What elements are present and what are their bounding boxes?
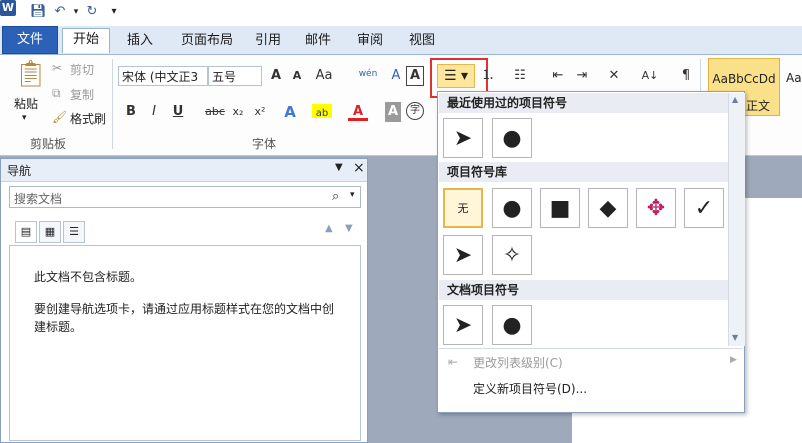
strikethrough-icon[interactable]: abc: [203, 102, 227, 122]
next-icon[interactable]: ▼: [345, 223, 353, 234]
define-new-bullet-item[interactable]: 定义新项目符号(D)...: [439, 377, 743, 401]
undo-icon[interactable]: ↶: [52, 4, 68, 20]
quick-access-toolbar: W 💾︎ ↶ ▾ ↻ ▾: [0, 0, 802, 26]
bullet-none-option[interactable]: 无: [443, 188, 483, 228]
bullet-dot-option[interactable]: ●: [492, 305, 532, 345]
scroll-down-icon[interactable]: ▼: [732, 333, 738, 342]
tab-file[interactable]: 文件: [2, 26, 58, 54]
tab-references[interactable]: 引用: [248, 30, 288, 52]
tab-headings[interactable]: ▤: [15, 221, 37, 243]
pinyin-guide-icon[interactable]: wén: [358, 64, 378, 84]
prev-icon[interactable]: ▲: [325, 223, 333, 234]
nav-hint-text: 要创建导航选项卡，请通过应用标题样式在您的文档中创建标题。: [34, 302, 335, 334]
search-icon[interactable]: ⌕: [332, 189, 339, 204]
tab-insert[interactable]: 插入: [120, 30, 160, 52]
bullet-diamond-option[interactable]: ◆: [588, 188, 628, 228]
text-effects-icon[interactable]: A: [280, 102, 300, 122]
search-input[interactable]: 搜索文档 ⌕ ▾: [9, 186, 361, 208]
asian-layout-icon[interactable]: ✕: [604, 66, 624, 86]
show-marks-icon[interactable]: ¶: [676, 66, 696, 86]
style-next[interactable]: Aa: [786, 71, 802, 85]
tab-pages[interactable]: ▦: [39, 221, 61, 243]
bullet-arrow-option[interactable]: ➤: [443, 235, 483, 275]
enclose-char-icon[interactable]: 字: [406, 102, 424, 120]
font-group-label: 字体: [252, 137, 277, 151]
paste-icon[interactable]: 📋︎: [14, 59, 47, 89]
tab-results[interactable]: ☰: [63, 221, 85, 243]
navigation-pane: 导航 ▼ × 搜索文档 ⌕ ▾ ▤ ▦ ☰ ▲ ▼ 此文档不包含标题。 要创建导…: [0, 158, 368, 443]
increase-indent-icon[interactable]: ⇥: [572, 66, 592, 86]
bullet-star-option[interactable]: ✥: [636, 188, 676, 228]
subscript-icon[interactable]: x₂: [228, 102, 248, 122]
font-color-icon[interactable]: A: [348, 102, 368, 121]
tab-mailings[interactable]: 邮件: [298, 30, 338, 52]
superscript-icon[interactable]: x²: [250, 102, 270, 122]
clear-format-icon[interactable]: A: [386, 66, 406, 86]
cut-icon[interactable]: ✂: [52, 61, 62, 75]
tab-page-layout[interactable]: 页面布局: [172, 30, 242, 52]
grow-font-icon[interactable]: A: [266, 66, 286, 86]
nav-content: 此文档不包含标题。 要创建导航选项卡，请通过应用标题样式在您的文档中创建标题。: [9, 245, 361, 441]
search-placeholder: 搜索文档: [14, 192, 63, 206]
word-icon[interactable]: W: [0, 0, 16, 16]
redo-icon[interactable]: ↻: [84, 4, 100, 20]
format-painter-icon[interactable]: 🖌︎: [52, 110, 67, 124]
scroll-up-icon[interactable]: ▲: [732, 95, 738, 104]
bullets-dropdown: 最近使用过的项目符号 ➤ ● 项目符号库 无 ● ■ ◆ ✥ ✓ ➤ ✧ 文档项…: [437, 91, 745, 413]
shrink-font-icon[interactable]: A: [287, 66, 307, 86]
ribbon-tabs: 文件 开始 插入 页面布局 引用 邮件 审阅 视图: [0, 26, 802, 55]
bullet-sparkle-option[interactable]: ✧: [492, 235, 532, 275]
font-name-combo[interactable]: 宋体 (中文正3: [118, 66, 208, 86]
document-bullets-header: 文档项目符号: [439, 280, 728, 300]
bullet-library-header: 项目符号库: [439, 162, 728, 182]
bullet-arrow-option[interactable]: ➤: [443, 305, 483, 345]
clipboard-group-label: 剪贴板: [30, 137, 67, 151]
change-list-level-item[interactable]: 更改列表级别(C): [439, 351, 743, 375]
bullet-arrow-option[interactable]: ➤: [443, 118, 483, 158]
copy-button[interactable]: 复制: [70, 86, 94, 103]
paste-dropdown-icon[interactable]: ▾: [22, 113, 27, 123]
bullet-square-option[interactable]: ■: [540, 188, 580, 228]
menu-scrollbar[interactable]: ▲ ▼: [728, 93, 745, 346]
style-normal-label: 正文: [746, 99, 771, 113]
group-divider: [112, 59, 113, 149]
bullet-check-option[interactable]: ✓: [684, 188, 724, 228]
numbering-icon[interactable]: ⒈: [478, 66, 498, 86]
recent-bullets-header: 最近使用过的项目符号: [439, 93, 728, 113]
tab-view[interactable]: 视图: [402, 30, 442, 52]
italic-icon[interactable]: I: [144, 102, 164, 122]
submenu-arrow-icon: ▶: [730, 355, 737, 365]
cut-button[interactable]: 剪切: [70, 61, 94, 78]
tab-home[interactable]: 开始: [62, 28, 110, 53]
copy-icon[interactable]: ⧉: [52, 86, 61, 101]
highlight-color-icon[interactable]: ab: [312, 104, 332, 119]
nav-title: 导航: [7, 164, 32, 178]
change-case-icon[interactable]: Aa: [314, 66, 334, 86]
customize-qat-icon[interactable]: ▾: [106, 4, 122, 20]
menu-divider: [439, 348, 743, 349]
nav-options-icon[interactable]: ▼: [335, 162, 343, 173]
bullet-dot-option[interactable]: ●: [492, 188, 532, 228]
save-icon[interactable]: 💾︎: [30, 4, 47, 20]
sort-icon[interactable]: A↓: [640, 66, 660, 86]
list-level-icon: ⇤: [448, 355, 459, 369]
tab-review[interactable]: 审阅: [350, 30, 390, 52]
no-headings-text: 此文档不包含标题。: [34, 270, 143, 284]
font-size-combo[interactable]: 五号: [208, 66, 262, 86]
bullet-dot-option[interactable]: ●: [492, 118, 532, 158]
undo-dropdown-icon[interactable]: ▾: [68, 4, 84, 20]
paste-button[interactable]: 粘贴: [14, 95, 38, 112]
char-shading-icon[interactable]: A: [385, 102, 401, 122]
search-dropdown-icon[interactable]: ▾: [350, 190, 355, 200]
decrease-indent-icon[interactable]: ⇤: [548, 66, 568, 86]
char-border-icon[interactable]: A: [406, 66, 424, 86]
multilevel-list-icon[interactable]: ☷: [510, 66, 530, 86]
nav-header: 导航 ▼ ×: [1, 159, 367, 182]
bold-icon[interactable]: B: [121, 102, 141, 122]
underline-icon[interactable]: U: [168, 102, 188, 122]
close-icon[interactable]: ×: [353, 160, 365, 176]
format-painter-button[interactable]: 格式刷: [70, 110, 106, 127]
